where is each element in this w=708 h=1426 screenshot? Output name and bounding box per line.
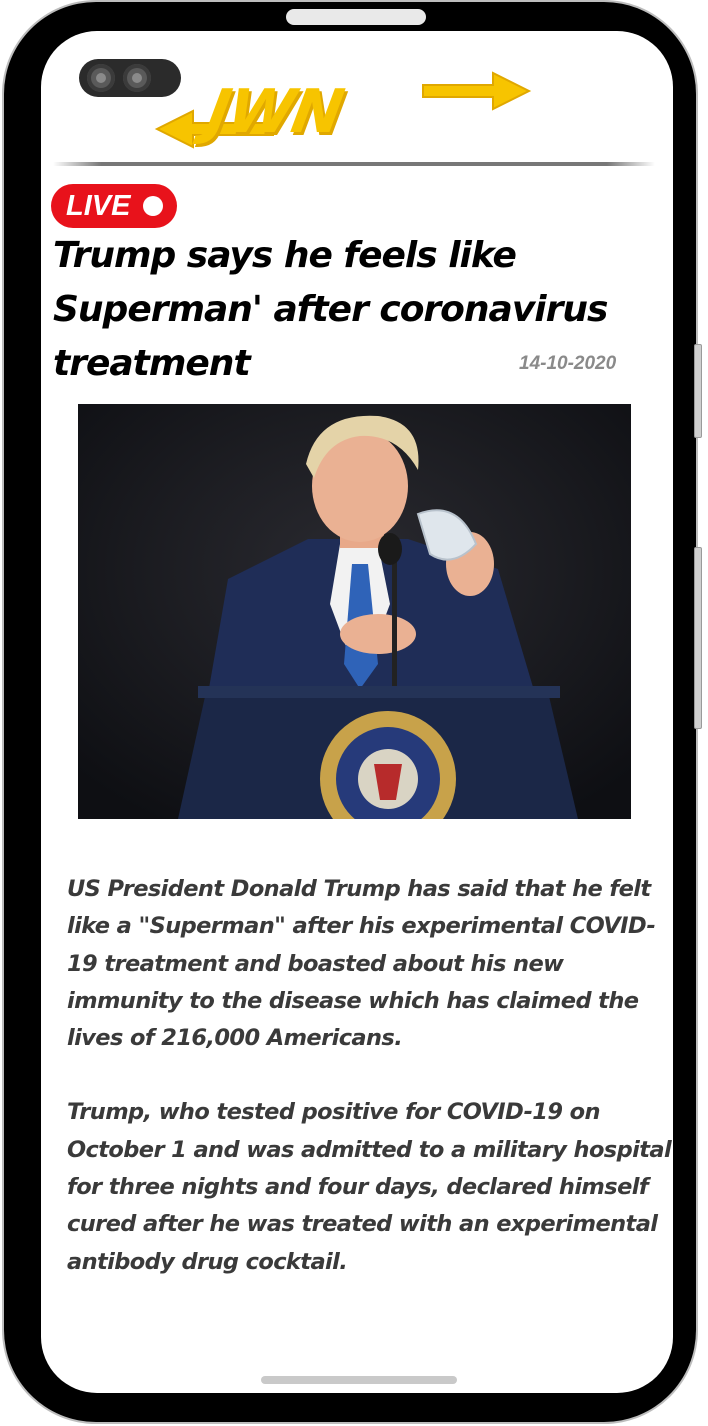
camera-lens-icon <box>87 64 115 92</box>
article-body: US President Donald Trump has said that … <box>67 871 673 1318</box>
phone-frame: JWN LIVE Trump says he feels like Superm… <box>4 2 702 1422</box>
live-dot-icon <box>143 196 163 216</box>
side-button <box>694 547 702 729</box>
phone-screen: JWN LIVE Trump says he feels like Superm… <box>41 31 673 1393</box>
logo-text: JWN <box>201 77 347 147</box>
app-logo[interactable]: JWN <box>153 67 533 163</box>
live-badge-label: LIVE <box>66 190 131 222</box>
article-date: 14-10-2020 <box>519 353 617 374</box>
side-button <box>694 344 702 438</box>
speaker-at-podium-image <box>78 404 631 819</box>
article-photo[interactable] <box>78 404 631 819</box>
home-indicator[interactable] <box>261 1376 457 1384</box>
speaker-grille <box>286 9 426 25</box>
live-badge[interactable]: LIVE <box>51 184 177 228</box>
article-paragraph: Trump, who tested positive for COVID-19 … <box>67 1099 672 1275</box>
camera-lens-icon <box>123 64 151 92</box>
header-divider <box>53 162 655 166</box>
article-paragraph: US President Donald Trump has said that … <box>67 876 656 1052</box>
